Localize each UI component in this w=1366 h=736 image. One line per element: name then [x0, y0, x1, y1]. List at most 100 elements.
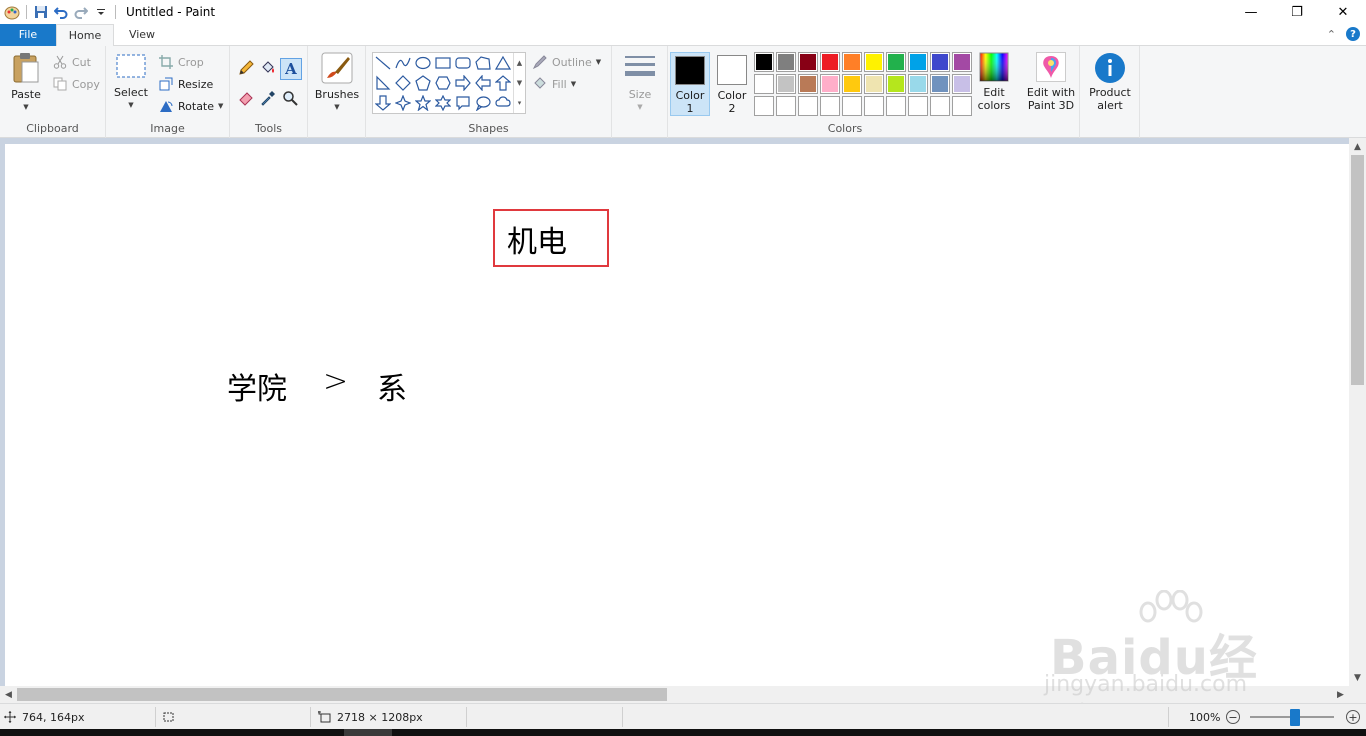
save-button[interactable]: [31, 2, 51, 22]
palette-swatch[interactable]: [754, 52, 774, 72]
diamond-shape[interactable]: [393, 73, 413, 93]
horizontal-scrollbar[interactable]: ◀ ▶: [0, 686, 1349, 703]
text-tool[interactable]: A: [280, 58, 302, 80]
tab-home[interactable]: Home: [56, 24, 114, 47]
left-arrow-shape[interactable]: [473, 73, 493, 93]
rectangle-shape[interactable]: [433, 53, 453, 73]
zoom-slider-thumb[interactable]: [1290, 709, 1300, 726]
undo-button[interactable]: [51, 2, 71, 22]
pencil-tool[interactable]: [236, 58, 256, 78]
scroll-left-icon[interactable]: ◀: [0, 686, 17, 703]
line-shape[interactable]: [373, 53, 393, 73]
palette-swatch[interactable]: [842, 52, 862, 72]
drawing-canvas[interactable]: 机电 学院 > 系: [5, 144, 1350, 686]
edit-with-paint3d-button[interactable]: Edit with Paint 3D: [1024, 52, 1078, 112]
paint-app-icon[interactable]: [2, 2, 22, 22]
palette-swatch[interactable]: [930, 52, 950, 72]
fill-dropdown-icon[interactable]: ▼: [571, 80, 576, 88]
zoom-out-button[interactable]: −: [1226, 710, 1240, 724]
minimize-button[interactable]: —: [1228, 0, 1274, 24]
rotate-button[interactable]: Rotate ▼: [158, 96, 223, 116]
paste-button[interactable]: Paste ▼: [6, 52, 46, 114]
product-alert-button[interactable]: Product alert: [1084, 52, 1136, 112]
copy-button[interactable]: Copy: [52, 74, 100, 94]
crop-button[interactable]: Crop: [158, 52, 204, 72]
palette-swatch[interactable]: [952, 74, 972, 94]
vertical-scroll-thumb[interactable]: [1351, 155, 1364, 385]
palette-swatch[interactable]: [798, 74, 818, 94]
fill-tool[interactable]: [258, 58, 278, 78]
up-arrow-shape[interactable]: [493, 73, 513, 93]
palette-swatch[interactable]: [930, 74, 950, 94]
palette-swatch[interactable]: [776, 52, 796, 72]
color-picker-tool[interactable]: [258, 88, 278, 108]
tab-file[interactable]: File: [0, 24, 56, 46]
palette-swatch[interactable]: [754, 74, 774, 94]
curve-shape[interactable]: [393, 53, 413, 73]
cut-button[interactable]: Cut: [52, 52, 91, 72]
select-button[interactable]: Select ▼: [112, 52, 150, 112]
four-point-star-shape[interactable]: [393, 93, 413, 113]
pentagon-shape[interactable]: [413, 73, 433, 93]
right-triangle-shape[interactable]: [373, 73, 393, 93]
rounded-callout-shape[interactable]: [453, 93, 473, 113]
size-dropdown-icon[interactable]: ▼: [637, 101, 642, 114]
palette-swatch[interactable]: [908, 74, 928, 94]
brushes-dropdown-icon[interactable]: ▼: [334, 101, 339, 114]
eraser-tool[interactable]: [236, 88, 256, 108]
palette-swatch[interactable]: [886, 74, 906, 94]
resize-button[interactable]: Resize: [158, 74, 213, 94]
gallery-down-icon[interactable]: ▼: [517, 79, 522, 87]
palette-empty-swatch[interactable]: [952, 96, 972, 116]
down-arrow-shape[interactable]: [373, 93, 393, 113]
rotate-dropdown-icon[interactable]: ▼: [218, 102, 223, 110]
scroll-right-icon[interactable]: ▶: [1332, 686, 1349, 703]
outline-dropdown-icon[interactable]: ▼: [596, 58, 601, 66]
palette-empty-swatch[interactable]: [754, 96, 774, 116]
close-button[interactable]: ✕: [1320, 0, 1366, 24]
redo-button[interactable]: [71, 2, 91, 22]
palette-empty-swatch[interactable]: [776, 96, 796, 116]
cloud-callout-shape[interactable]: [493, 93, 513, 113]
customize-qat-button[interactable]: [91, 2, 111, 22]
restore-button[interactable]: ❐: [1274, 0, 1320, 24]
five-point-star-shape[interactable]: [413, 93, 433, 113]
palette-empty-swatch[interactable]: [798, 96, 818, 116]
palette-swatch[interactable]: [798, 52, 818, 72]
palette-empty-swatch[interactable]: [864, 96, 884, 116]
collapse-ribbon-icon[interactable]: ⌃: [1327, 28, 1336, 41]
palette-swatch[interactable]: [776, 74, 796, 94]
outline-button[interactable]: Outline ▼: [532, 52, 601, 72]
tab-view[interactable]: View: [114, 24, 170, 46]
scroll-up-icon[interactable]: ▲: [1349, 138, 1366, 155]
oval-callout-shape[interactable]: [473, 93, 493, 113]
palette-empty-swatch[interactable]: [886, 96, 906, 116]
zoom-in-button[interactable]: +: [1346, 710, 1360, 724]
gallery-up-icon[interactable]: ▲: [517, 59, 522, 67]
palette-empty-swatch[interactable]: [908, 96, 928, 116]
paste-dropdown-icon[interactable]: ▼: [23, 101, 28, 114]
triangle-shape[interactable]: [493, 53, 513, 73]
palette-empty-swatch[interactable]: [842, 96, 862, 116]
color1-button[interactable]: Color 1: [670, 52, 710, 116]
magnifier-tool[interactable]: [280, 88, 300, 108]
palette-swatch[interactable]: [864, 52, 884, 72]
palette-swatch[interactable]: [820, 74, 840, 94]
palette-swatch[interactable]: [864, 74, 884, 94]
brushes-button[interactable]: Brushes ▼: [314, 52, 360, 114]
horizontal-scroll-thumb[interactable]: [17, 688, 667, 701]
oval-shape[interactable]: [413, 53, 433, 73]
help-icon[interactable]: ?: [1346, 27, 1360, 41]
polygon-shape[interactable]: [473, 53, 493, 73]
shapes-gallery-scroll[interactable]: ▲ ▼ ▾: [513, 53, 525, 113]
color2-button[interactable]: Color 2: [712, 52, 752, 116]
palette-swatch[interactable]: [886, 52, 906, 72]
right-arrow-shape[interactable]: [453, 73, 473, 93]
palette-swatch[interactable]: [820, 52, 840, 72]
edit-colors-button[interactable]: Edit colors: [976, 52, 1012, 112]
palette-swatch[interactable]: [952, 52, 972, 72]
palette-swatch[interactable]: [842, 74, 862, 94]
rounded-rectangle-shape[interactable]: [453, 53, 473, 73]
gallery-more-icon[interactable]: ▾: [518, 99, 522, 107]
palette-swatch[interactable]: [908, 52, 928, 72]
